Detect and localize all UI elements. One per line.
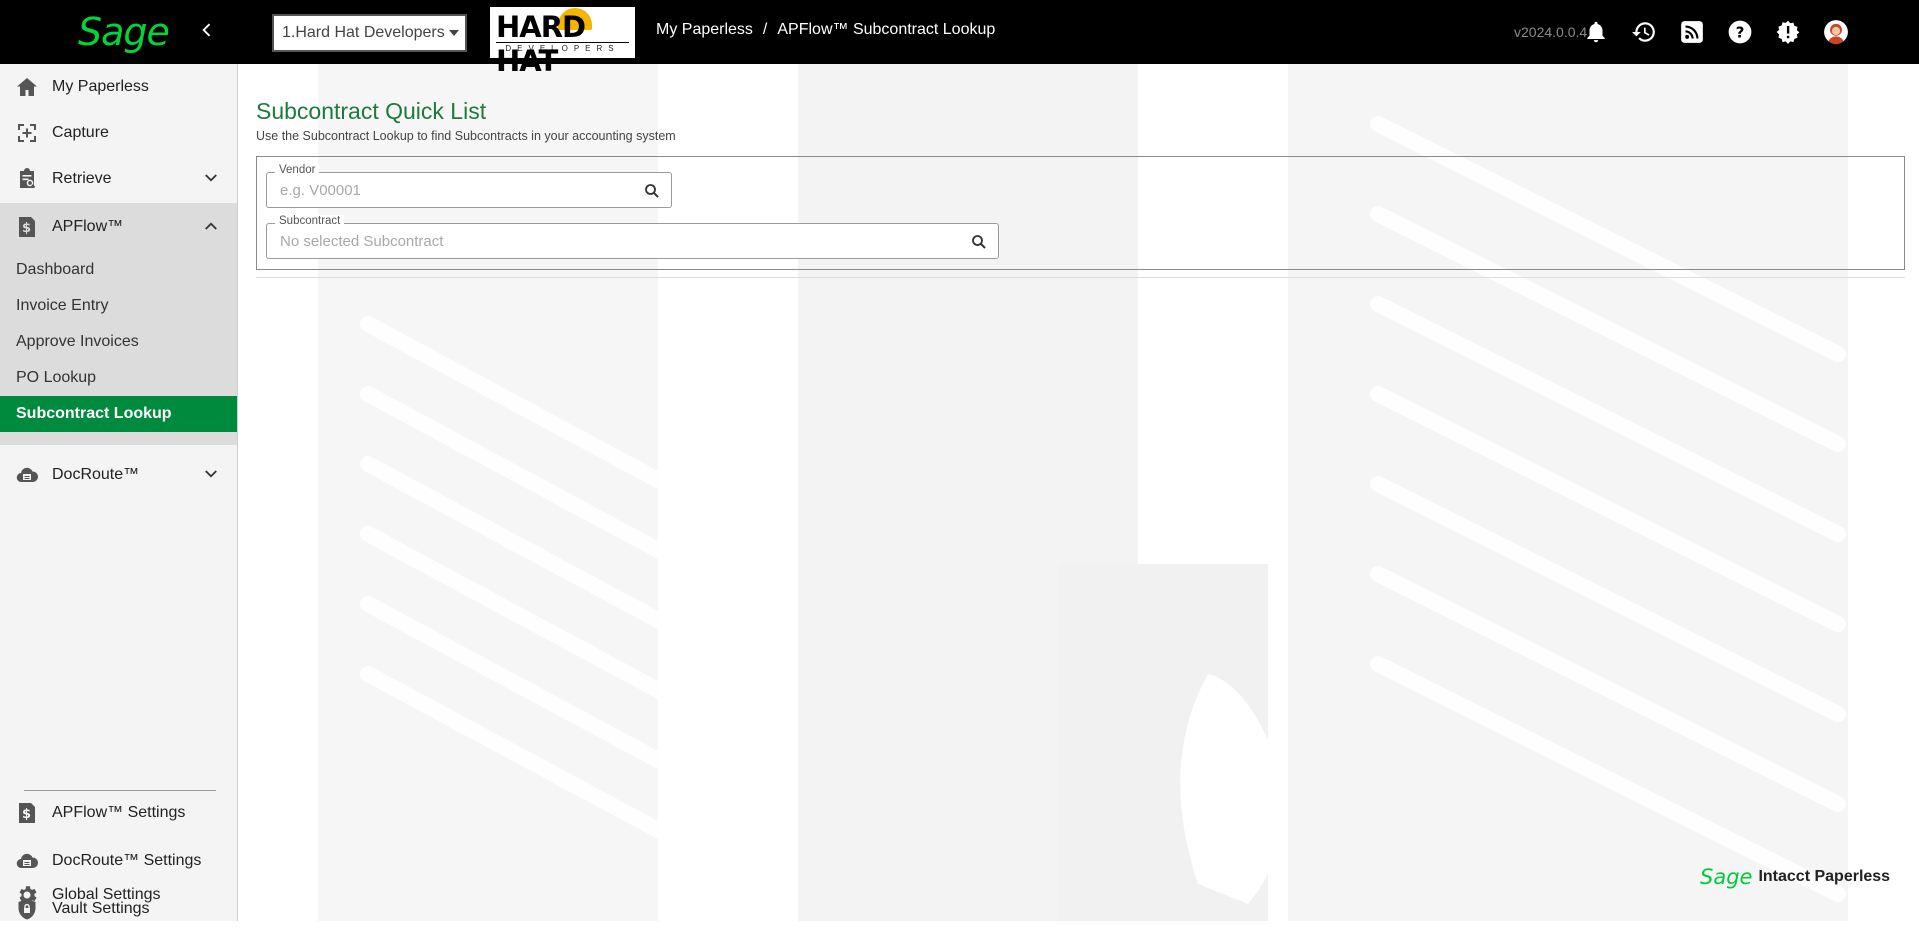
breadcrumb-my-paperless[interactable]: My Paperless: [656, 21, 753, 39]
sidebar-subitem-dashboard[interactable]: Dashboard: [0, 252, 237, 288]
main-content: Subcontract Quick List Use the Subcontra…: [238, 64, 1919, 921]
sage-logo: Sage: [78, 10, 170, 54]
sidebar-item-docroute[interactable]: DocRoute™: [0, 453, 237, 497]
subcontract-field[interactable]: Subcontract No selected Subcontract: [266, 215, 999, 259]
rss-icon[interactable]: [1678, 18, 1706, 46]
gear-icon: [14, 883, 40, 907]
svg-text:?: ?: [1736, 23, 1745, 41]
lookup-panel: Vendor e.g. V00001 Subcontract No select…: [256, 156, 1905, 270]
sidebar-item-label: APFlow™ Settings: [52, 804, 186, 821]
sidebar-item-label: My Paperless: [52, 78, 149, 95]
cloud-doc-icon: [14, 463, 40, 487]
apflow-group: $ APFlow™ Dashboard Invoice Entry Approv…: [0, 203, 237, 445]
top-bar: Sage 1.Hard Hat Developers HARD HAT DEVE…: [0, 0, 1919, 78]
cloud-doc-icon: [14, 849, 40, 873]
home-icon: [14, 75, 40, 99]
dollar-doc-icon: $: [14, 801, 40, 825]
sidebar-item-label: Retrieve: [52, 170, 112, 187]
alert-gear-icon[interactable]: [1774, 18, 1802, 46]
company-selector[interactable]: 1.Hard Hat Developers: [272, 14, 467, 52]
sidebar-item-label: Global Settings: [52, 886, 161, 903]
sidebar-item-label: DocRoute™ Settings: [52, 852, 202, 869]
caret-down-icon: [449, 30, 459, 36]
subcontract-field-placeholder: No selected Subcontract: [280, 233, 444, 250]
company-logo-title: HARD HAT: [496, 10, 586, 78]
sidebar-item-apflow-settings[interactable]: $ APFlow™ Settings: [0, 791, 237, 835]
clipboard-search-icon: [14, 167, 40, 191]
history-icon[interactable]: [1630, 18, 1658, 46]
sidebar-item-label: DocRoute™: [52, 466, 140, 483]
sidebar-item-label: Capture: [52, 124, 109, 141]
sidebar-item-my-paperless[interactable]: My Paperless: [0, 65, 237, 109]
vendor-field-label: Vendor: [275, 164, 320, 176]
company-logo: HARD HAT DEVELOPERS: [488, 5, 637, 78]
search-icon[interactable]: [970, 233, 988, 251]
help-icon[interactable]: ?: [1726, 18, 1754, 46]
chevron-left-icon[interactable]: [196, 19, 218, 43]
sidebar-item-apflow[interactable]: $ APFlow™: [0, 205, 237, 249]
page-description: Use the Subcontract Lookup to find Subco…: [256, 129, 676, 143]
user-avatar-icon[interactable]: [1822, 18, 1850, 46]
subcontract-field-label: Subcontract: [275, 215, 345, 227]
brand-area: Sage: [0, 0, 238, 64]
vendor-field[interactable]: Vendor e.g. V00001: [266, 164, 672, 208]
sidebar: My Paperless Capture Retrieve $ APFlow™ …: [0, 64, 238, 921]
dollar-doc-icon: $: [14, 215, 40, 239]
chevron-down-icon: [202, 465, 220, 483]
sidebar-subitem-subcontract-lookup[interactable]: Subcontract Lookup: [0, 396, 237, 432]
bell-icon[interactable]: [1582, 18, 1610, 46]
version-label: v2024.0.0.4: [1514, 24, 1588, 40]
sidebar-item-retrieve[interactable]: Retrieve: [0, 157, 237, 201]
footer-sage-logo: Sage: [1700, 865, 1753, 889]
breadcrumb-separator: /: [762, 21, 768, 38]
chevron-up-icon: [202, 217, 220, 235]
footer-brand: Sage Intacct Paperless: [1700, 865, 1890, 889]
content-divider: [256, 277, 1905, 278]
sidebar-subitem-po-lookup[interactable]: PO Lookup: [0, 360, 237, 396]
svg-text:$: $: [22, 221, 31, 236]
chevron-down-icon: [202, 169, 220, 187]
sidebar-subitem-approve-invoices[interactable]: Approve Invoices: [0, 324, 237, 360]
capture-icon: [14, 121, 40, 145]
footer-product-name: Intacct Paperless: [1758, 868, 1891, 885]
breadcrumb: My Paperless / APFlow™ Subcontract Looku…: [656, 21, 995, 39]
sidebar-item-label: APFlow™: [52, 218, 124, 235]
top-icon-bar: ?: [1582, 18, 1850, 46]
vendor-field-placeholder: e.g. V00001: [280, 182, 361, 199]
svg-text:$: $: [22, 807, 31, 822]
page-title: Subcontract Quick List: [256, 98, 487, 124]
sidebar-item-global-settings[interactable]: Global Settings: [0, 873, 237, 917]
company-selector-value: 1.Hard Hat Developers: [282, 24, 445, 41]
sidebar-item-capture[interactable]: Capture: [0, 111, 237, 155]
breadcrumb-current-page: APFlow™ Subcontract Lookup: [777, 21, 996, 38]
search-icon[interactable]: [643, 182, 661, 200]
sidebar-subitem-invoice-entry[interactable]: Invoice Entry: [0, 288, 237, 324]
